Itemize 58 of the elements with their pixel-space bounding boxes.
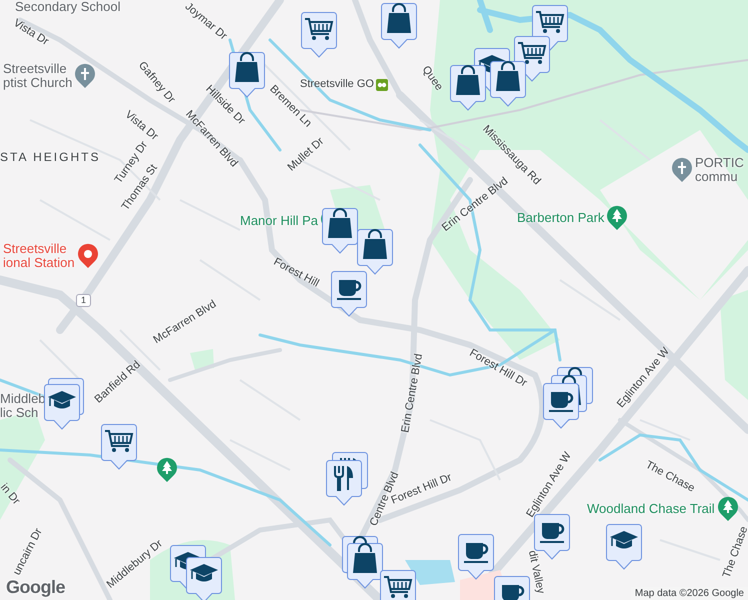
place-label[interactable]: PORTIC commu	[695, 156, 744, 184]
graduation-cap-icon	[190, 564, 218, 582]
street-label: dit Valley	[525, 550, 546, 595]
tree-pin-icon	[156, 457, 178, 483]
park-label[interactable]: Woodland Chase Trail	[587, 502, 715, 516]
map-marker[interactable]	[458, 534, 494, 580]
fork-knife-icon	[334, 465, 353, 491]
train-icon	[376, 79, 388, 91]
shopping-cart-icon	[304, 18, 334, 40]
coffee-cup-icon	[540, 523, 564, 543]
station-label[interactable]: Streetsville ional Station	[3, 242, 75, 270]
tree-pin-icon	[606, 205, 628, 231]
map-marker[interactable]	[322, 208, 358, 254]
map-marker[interactable]	[44, 384, 80, 430]
map-marker[interactable]	[543, 383, 579, 429]
shopping-bag-icon	[363, 229, 387, 259]
place-label[interactable]: Middleb lic Sch	[0, 392, 46, 420]
cross-pin-icon	[671, 156, 693, 183]
graduation-cap-icon	[610, 531, 638, 548]
shopping-cart-icon	[383, 576, 412, 598]
place-label[interactable]: Secondary School	[15, 0, 121, 14]
location-pin-icon	[76, 242, 99, 269]
shopping-cart-icon	[535, 11, 564, 33]
place-label[interactable]: Streetsville ptist Church	[3, 62, 72, 90]
cross-pin-icon	[74, 62, 96, 89]
pond	[405, 560, 455, 585]
shopping-cart-icon	[517, 42, 546, 64]
street-label: in Dr	[0, 482, 22, 508]
map-marker[interactable]	[101, 424, 137, 470]
shopping-bag-icon	[387, 3, 411, 33]
map-marker[interactable]	[347, 543, 383, 589]
area-label: STA HEIGHTS	[0, 151, 100, 164]
park-label[interactable]: Barberton Park	[517, 211, 604, 225]
shopping-bag-icon	[456, 65, 480, 95]
route-shield: 1	[76, 294, 92, 308]
coffee-cup-icon	[337, 280, 362, 300]
map-marker[interactable]	[331, 271, 367, 317]
tree-pin-icon	[716, 496, 739, 522]
map-marker[interactable]	[357, 229, 393, 275]
park-label[interactable]: Manor Hill Pa	[240, 214, 318, 228]
shopping-cart-icon	[104, 430, 134, 452]
street-label: Erin Centre Blvd	[400, 352, 426, 434]
shopping-bag-icon	[328, 208, 352, 238]
park-area	[190, 349, 214, 370]
coffee-cup-icon	[502, 585, 524, 600]
coffee-cup-icon	[549, 392, 574, 412]
map-marker[interactable]	[606, 524, 642, 570]
map-marker[interactable]	[301, 12, 337, 58]
shopping-bag-icon	[235, 52, 259, 82]
map-marker[interactable]	[186, 557, 222, 600]
google-logo[interactable]: Google	[6, 577, 65, 598]
station-label[interactable]: Streetsville GO	[300, 79, 374, 91]
map-marker[interactable]	[450, 65, 486, 111]
map-marker[interactable]	[326, 460, 362, 506]
coffee-cup-icon	[464, 543, 488, 563]
street-label: The Chase	[722, 525, 748, 580]
map-marker[interactable]	[381, 3, 417, 49]
graduation-cap-icon	[48, 391, 76, 408]
